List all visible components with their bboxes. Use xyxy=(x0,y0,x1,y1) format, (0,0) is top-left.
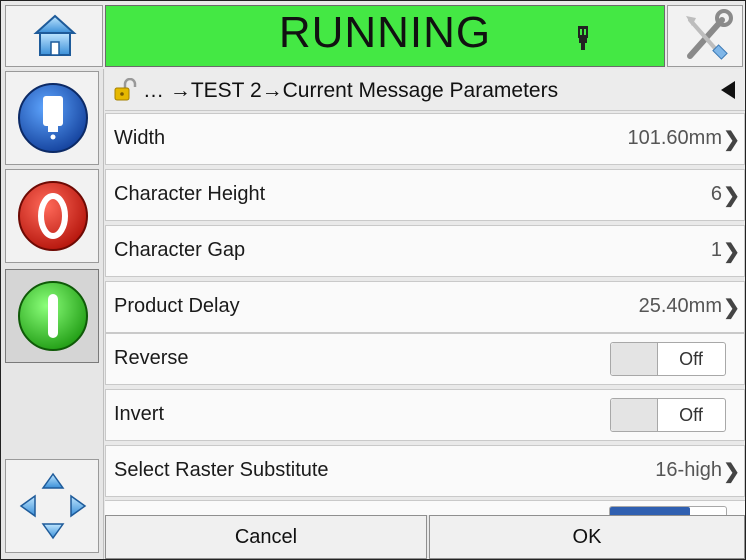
row-product-delay[interactable]: Product Delay 25.40mm ❯ xyxy=(105,281,745,333)
printer-status-button[interactable] xyxy=(5,71,99,165)
row-label: Width xyxy=(114,127,166,149)
ok-button[interactable]: OK xyxy=(429,515,745,559)
status-bar: RUNNING xyxy=(105,5,665,67)
invert-toggle[interactable]: Off xyxy=(610,398,726,432)
toggle-knob xyxy=(611,399,658,431)
row-value: 25.40mm xyxy=(638,295,722,317)
row-invert: Invert Off xyxy=(105,389,745,441)
tools-button[interactable] xyxy=(667,5,743,67)
row-value: 6 xyxy=(710,183,722,205)
toggle-fill xyxy=(610,507,690,515)
breadcrumb: … →TEST 2→Current Message Parameters xyxy=(105,69,745,111)
cancel-button[interactable]: Cancel xyxy=(105,515,427,559)
start-button[interactable] xyxy=(5,269,99,363)
chevron-right-icon: ❯ xyxy=(723,129,740,151)
row-label: Reverse xyxy=(114,347,189,369)
row-value: 1 xyxy=(710,239,722,261)
row-character-height[interactable]: Character Height 6 ❯ xyxy=(105,169,745,221)
back-arrow-icon[interactable] xyxy=(721,81,735,99)
chevron-right-icon: ❯ xyxy=(723,241,740,263)
row-label: Character Height xyxy=(114,183,266,205)
stop-icon xyxy=(18,181,88,251)
chevron-right-icon: ❯ xyxy=(723,461,740,483)
partial-row xyxy=(105,500,745,515)
chevron-right-icon: ❯ xyxy=(723,185,740,207)
navigation-arrows-icon xyxy=(19,472,87,540)
row-label: Invert xyxy=(114,403,165,425)
app-frame: RUNNING … →TEST 2→Current Message Parame… xyxy=(0,0,746,560)
navigation-button[interactable] xyxy=(5,459,99,553)
home-icon xyxy=(33,14,77,56)
chevron-right-icon: ❯ xyxy=(723,297,740,319)
toggle-state: Off xyxy=(679,405,703,425)
toggle-knob xyxy=(611,343,658,375)
start-icon xyxy=(18,281,88,351)
unlocked-padlock-icon xyxy=(114,78,137,101)
row-character-gap[interactable]: Character Gap 1 ❯ xyxy=(105,225,745,277)
left-sidebar xyxy=(1,69,104,559)
row-value: 16-high xyxy=(655,459,722,481)
breadcrumb-path: … →TEST 2→Current Message Parameters xyxy=(143,79,559,102)
reverse-toggle[interactable]: Off xyxy=(610,342,726,376)
row-label: Character Gap xyxy=(114,239,246,261)
partial-toggle[interactable] xyxy=(609,506,727,515)
row-select-raster-substitute[interactable]: Select Raster Substitute 16-high ❯ xyxy=(105,445,745,497)
row-width[interactable]: Width 101.60mm ❯ xyxy=(105,113,745,165)
toggle-state: Off xyxy=(679,349,703,369)
ink-cartridge-icon xyxy=(578,26,588,50)
row-label: Select Raster Substitute xyxy=(114,459,329,481)
row-value: 101.60mm xyxy=(627,127,723,149)
printer-status-icon xyxy=(18,83,88,153)
row-reverse: Reverse Off xyxy=(105,333,745,385)
row-label: Product Delay xyxy=(114,295,240,317)
stop-button[interactable] xyxy=(5,169,99,263)
tools-icon xyxy=(686,9,733,60)
home-button[interactable] xyxy=(5,5,103,67)
